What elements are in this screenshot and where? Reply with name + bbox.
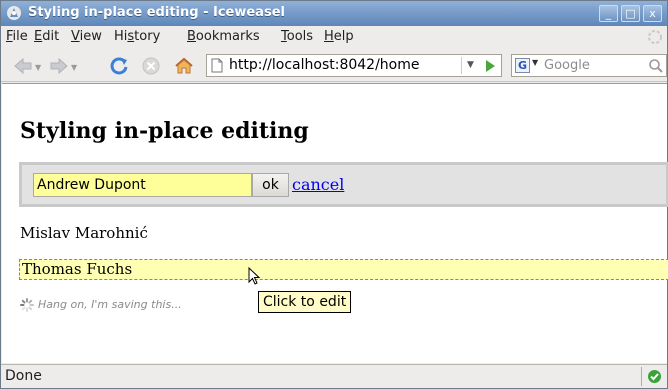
page-content: Styling in-place editing ok cancel Misla… (2, 83, 668, 363)
menu-history[interactable]: History (114, 29, 160, 44)
forward-arrow-icon[interactable] (49, 56, 69, 76)
menu-help[interactable]: Help (324, 29, 354, 44)
menu-edit-rest: dit (42, 29, 60, 44)
menu-tools[interactable]: Tools (281, 29, 313, 44)
home-icon[interactable] (174, 56, 194, 76)
search-input[interactable]: Google (544, 58, 590, 73)
maximize-button[interactable]: □ (621, 5, 640, 22)
editable-name-text: Thomas Fuchs (22, 260, 133, 278)
menu-edit-accel: E (34, 29, 43, 44)
reload-icon[interactable] (109, 56, 129, 76)
tooltip: Click to edit (258, 291, 352, 313)
editor-name-input[interactable] (33, 173, 252, 197)
minimize-button[interactable]: _ (599, 5, 618, 22)
window-title: Styling in-place editing - Iceweasel (28, 5, 285, 20)
search-bar[interactable]: G ▼ Google (511, 54, 667, 77)
menu-file-rest: ile (12, 29, 28, 44)
cancel-link[interactable]: cancel (292, 175, 344, 194)
static-name-text[interactable]: Mislav Marohnić (20, 224, 148, 242)
navigation-toolbar: ▼ ▼ http://localhost:8042/home ▼ G ▼ Goo… (1, 48, 667, 82)
menu-view-rest: iew (79, 29, 102, 44)
menu-help-rest: elp (333, 29, 354, 44)
browser-window: Styling in-place editing - Iceweasel _ □… (0, 0, 668, 389)
ok-button[interactable]: ok (252, 173, 289, 197)
menu-tools-rest: ools (286, 29, 314, 44)
title-bar[interactable]: Styling in-place editing - Iceweasel _ □… (1, 1, 667, 26)
url-history-dropdown-icon[interactable]: ▼ (461, 57, 479, 74)
url-bar[interactable]: http://localhost:8042/home ▼ (206, 54, 502, 77)
menu-edit[interactable]: Edit (34, 29, 59, 44)
status-ok-icon[interactable] (647, 369, 662, 384)
status-bar: Done (1, 364, 667, 388)
go-arrow-icon[interactable] (482, 58, 498, 74)
menu-view[interactable]: View (71, 29, 102, 44)
menu-bookmarks-accel: B (187, 29, 196, 44)
iceweasel-app-icon (7, 6, 21, 20)
menu-history-rest: tory (134, 29, 161, 44)
back-arrow-icon[interactable] (13, 56, 33, 76)
search-engine-dropdown-icon[interactable]: ▼ (532, 58, 538, 67)
page-icon (211, 58, 223, 73)
forward-dropdown-icon[interactable]: ▼ (71, 63, 77, 72)
url-text[interactable]: http://localhost:8042/home (229, 57, 419, 73)
editable-name-field[interactable]: Thomas Fuchs (19, 259, 668, 280)
saving-message: Hang on, I'm saving this... (38, 298, 182, 311)
menu-view-accel: V (71, 29, 80, 44)
menu-help-accel: H (324, 29, 334, 44)
stop-icon[interactable] (141, 56, 161, 76)
menu-history-pre: Hi (114, 29, 128, 44)
search-engine-icon[interactable]: G (515, 58, 530, 73)
throbber-icon (648, 30, 662, 44)
menu-bookmarks-rest: ookmarks (195, 29, 260, 44)
menu-file[interactable]: File (6, 29, 28, 44)
menu-bar: File Edit View History Bookmarks Tools H… (1, 26, 667, 48)
magnifier-icon[interactable] (648, 58, 664, 74)
close-button[interactable]: x (643, 5, 662, 22)
mouse-cursor-icon (248, 267, 261, 285)
page-heading: Styling in-place editing (20, 118, 309, 144)
in-place-editor-form: ok cancel (19, 162, 668, 207)
menu-bookmarks[interactable]: Bookmarks (187, 29, 260, 44)
status-divider (641, 367, 642, 386)
status-text: Done (5, 368, 42, 384)
spinner-icon (20, 298, 34, 312)
back-dropdown-icon[interactable]: ▼ (35, 63, 41, 72)
